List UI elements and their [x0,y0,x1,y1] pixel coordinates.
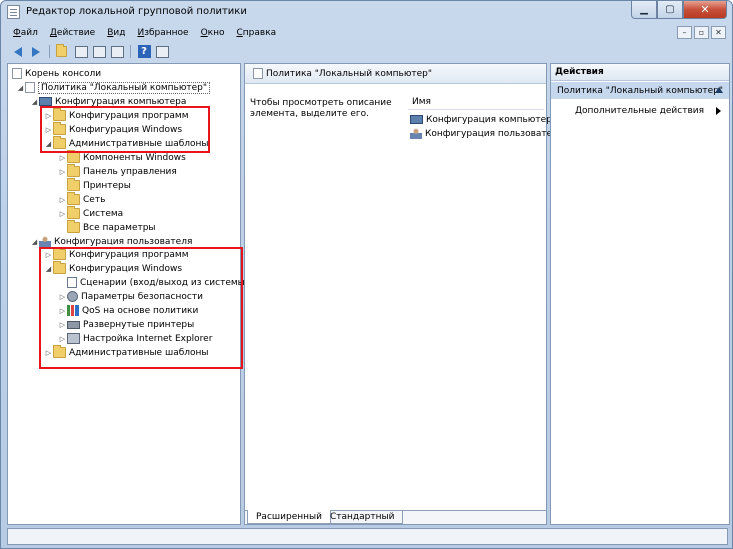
tree-label: Конфигурация пользователя [54,236,193,247]
list-item-computer-config[interactable]: Конфигурация компьютера [410,113,557,126]
user-icon [410,128,422,139]
mdi-close-button[interactable]: ✕ [711,26,726,39]
tree-item-printers[interactable]: Принтеры [58,178,131,192]
main-window: Редактор локальной групповой политики ▁ … [0,0,733,549]
highlight-box-computer [40,106,210,153]
show-hide-tree-button[interactable] [74,45,88,59]
tree-item-all-settings[interactable]: Все параметры [58,220,156,234]
collapse-icon[interactable]: ◢ [16,84,25,92]
properties-button[interactable] [92,45,106,59]
tree-item-control-panel[interactable]: ▷ Панель управления [58,164,177,178]
up-folder-icon [56,44,67,57]
gpedit-app-icon [7,5,20,19]
expand-icon[interactable]: ▷ [58,154,67,162]
close-button[interactable]: ✕ [683,1,727,19]
mdi-minimize-button[interactable]: – [677,26,692,39]
menu-bar: Файл Действие Вид Избранное Окно Справка… [7,24,728,42]
help-icon: ? [137,45,151,58]
console-root-icon [12,68,22,79]
menu-help[interactable]: Справка [231,28,283,38]
folder-icon [67,220,80,233]
collapse-icon[interactable]: ◢ [30,238,39,246]
tree-label: Компоненты Windows [83,152,186,163]
menu-favorites[interactable]: Избранное [131,28,194,38]
actions-title: Действия [551,64,729,81]
export-icon [110,45,124,58]
description-text: Чтобы просмотреть описание элемента, выд… [250,98,392,119]
view-tabs: Расширенный Стандартный [245,510,546,524]
back-arrow-icon [14,46,22,57]
more-actions-item[interactable]: Дополнительные действия [575,104,725,118]
caption-buttons: ▁ ▢ ✕ [631,1,727,19]
tree-label: Система [83,208,124,219]
highlight-box-user [39,247,243,369]
menu-action[interactable]: Действие [44,28,101,38]
user-icon [39,236,51,247]
collapse-up-icon[interactable] [715,87,723,93]
column-header-name[interactable]: Имя [408,94,544,110]
expand-icon[interactable]: ▷ [58,168,67,176]
menu-window[interactable]: Окно [195,28,231,38]
tree-label: Конфигурация компьютера [55,96,187,107]
toolbar-separator [49,45,50,58]
action-pane-icon [155,45,169,58]
list-item-label: Конфигурация компьютера [426,114,558,125]
show-action-pane-button[interactable] [155,45,169,59]
tree-label: Принтеры [83,180,131,191]
console-tree-icon [74,45,88,58]
window-title: Редактор локальной групповой политики [26,6,247,17]
properties-icon [92,45,106,58]
tree-item-system[interactable]: ▷ Система [58,206,124,220]
help-button[interactable]: ? [137,45,151,59]
up-folder-button[interactable] [56,44,70,59]
computer-icon [410,115,423,124]
tree-label: Все параметры [83,222,156,233]
computer-icon [39,97,52,106]
mdi-buttons: – ▫ ✕ [677,26,726,39]
menu-view[interactable]: Вид [101,28,131,38]
tree-item-policy[interactable]: ◢ Политика "Локальный компьютер" [16,81,211,94]
actions-pane: Действия Политика "Локальный компьютер" … [550,63,730,525]
policy-icon [25,82,35,93]
tree-label: Сеть [83,194,106,205]
mdi-restore-button[interactable]: ▫ [694,26,709,39]
folder-icon [67,164,80,177]
expand-icon[interactable]: ▷ [58,196,67,204]
actions-group-label: Политика "Локальный компьютер" [557,85,724,96]
details-header: Политика "Локальный компьютер" [245,64,546,84]
folder-icon [67,178,80,191]
toolbar: ? [7,43,728,60]
expand-icon[interactable]: ▷ [58,210,67,218]
toolbar-separator [130,45,131,58]
tree-label: Панель управления [83,166,177,177]
policy-icon [253,68,263,79]
menu-file[interactable]: Файл [7,28,44,38]
console-tree: Корень консоли ◢ Политика "Локальный ком… [7,63,248,525]
tree-label: Политика "Локальный компьютер" [38,81,211,94]
title-bar: Редактор локальной групповой политики ▁ … [1,1,732,23]
folder-icon [67,192,80,205]
tree-label: Корень консоли [25,68,102,79]
forward-button[interactable] [29,45,43,59]
minimize-button[interactable]: ▁ [631,1,657,19]
details-title: Политика "Локальный компьютер" [266,68,433,79]
forward-arrow-icon [32,46,40,57]
maximize-button[interactable]: ▢ [657,1,683,19]
details-pane: Политика "Локальный компьютер" Чтобы про… [244,63,561,525]
status-bar [7,528,728,545]
submenu-arrow-icon [716,107,721,115]
tab-standard[interactable]: Стандартный [322,510,404,524]
list-item-user-config[interactable]: Конфигурация пользовате... [410,127,561,140]
list-item-label: Конфигурация пользовате... [425,128,561,139]
folder-icon [67,206,80,219]
more-actions-label: Дополнительные действия [575,106,705,116]
export-list-button[interactable] [110,45,124,59]
actions-group-header[interactable]: Политика "Локальный компьютер" [551,82,729,99]
back-button[interactable] [11,45,25,59]
folder-icon [67,150,80,163]
tree-item-root[interactable]: Корень консоли [12,67,101,80]
collapse-icon[interactable]: ◢ [30,98,39,106]
tab-extended[interactable]: Расширенный [247,510,331,524]
tree-item-network[interactable]: ▷ Сеть [58,192,106,206]
